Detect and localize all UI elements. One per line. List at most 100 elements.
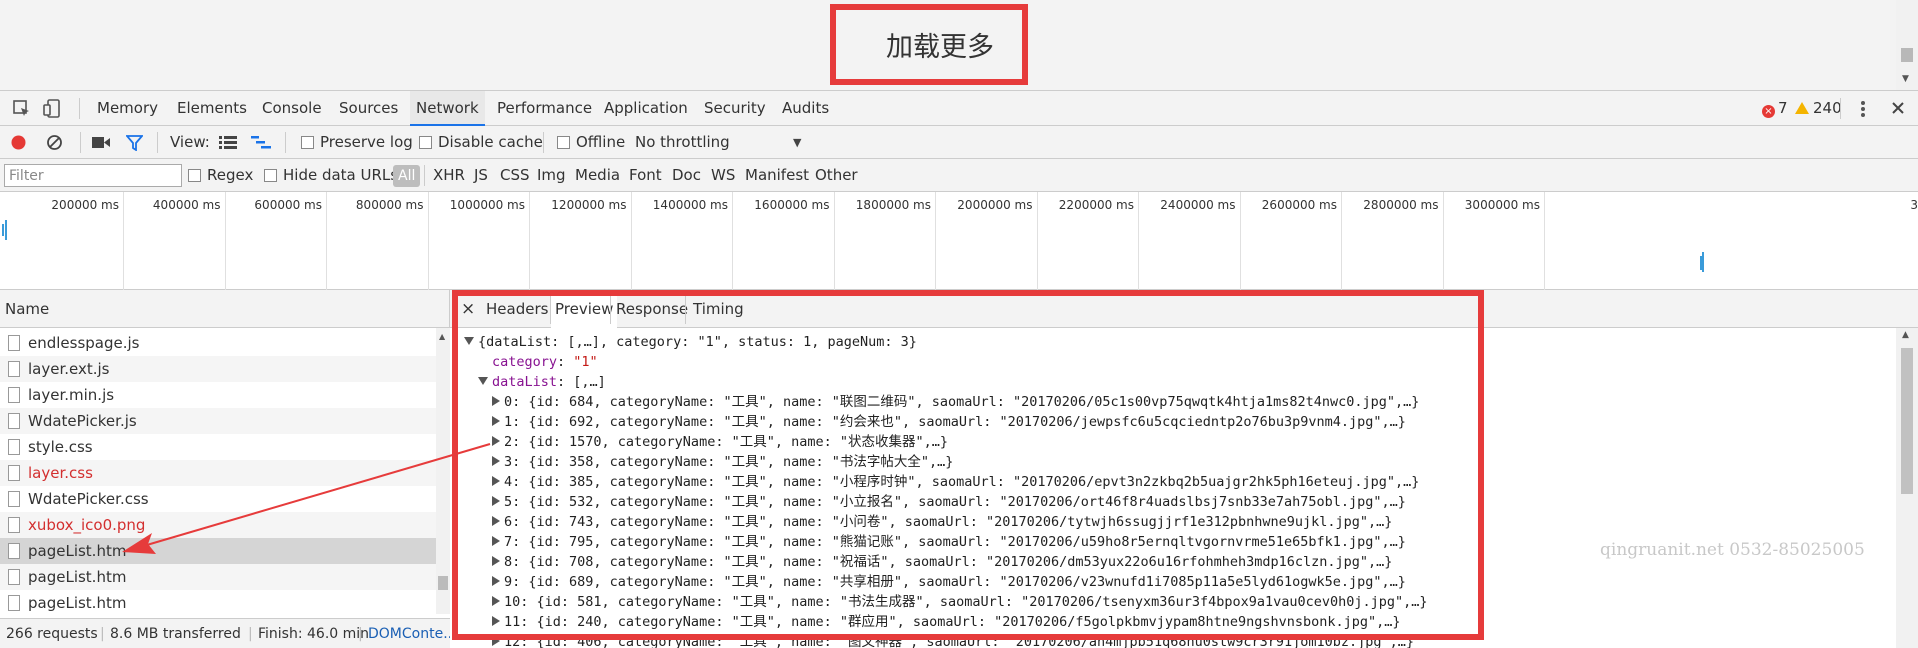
datalist-item[interactable]: 4: {id: 385, categoryName: "工具", name: "… (492, 472, 1419, 492)
tab-timing[interactable]: Timing (693, 290, 744, 328)
warning-count-badge[interactable]: 240 (1795, 91, 1842, 126)
record-icon[interactable] (10, 134, 27, 151)
datalist-item[interactable]: 2: {id: 1570, categoryName: "工具", name: … (492, 432, 948, 452)
tab-performance[interactable]: Performance (497, 91, 592, 126)
type-filter-manifest[interactable]: Manifest (745, 159, 809, 192)
request-row[interactable]: pageList.htm (0, 538, 436, 564)
type-filter-xhr[interactable]: XHR (433, 159, 465, 192)
json-root[interactable]: {dataList: [,…], category: "1", status: … (464, 332, 917, 352)
datalist-item[interactable]: 10: {id: 581, categoryName: "工具", name: … (492, 592, 1428, 612)
checkbox-box[interactable] (188, 169, 201, 182)
device-toolbar-icon[interactable] (43, 99, 63, 119)
waterfall-view-icon[interactable] (251, 136, 271, 149)
expand-triangle-icon[interactable] (492, 496, 500, 506)
expand-triangle-icon[interactable] (492, 396, 500, 406)
checkbox-box[interactable] (557, 136, 570, 149)
request-list-scrollbar[interactable]: ▲ (436, 328, 450, 614)
datalist-item[interactable]: 12: {id: 406, categoryName: "工具", name: … (492, 632, 1414, 648)
datalist-item[interactable]: 7: {id: 795, categoryName: "工具", name: "… (492, 532, 1406, 552)
expand-triangle-icon[interactable] (492, 476, 500, 486)
camera-icon[interactable] (92, 136, 110, 149)
preview-scrollbar[interactable]: ▲ (1896, 328, 1918, 648)
request-row[interactable]: WdatePicker.css (0, 486, 436, 512)
request-row[interactable]: endlesspage.js (0, 330, 436, 356)
tab-headers[interactable]: Headers (486, 290, 548, 328)
expand-triangle-icon[interactable] (492, 596, 500, 606)
expand-triangle-icon[interactable] (492, 456, 500, 466)
timeline-overview[interactable]: 200000 ms 400000 ms 600000 ms 800000 ms 1000… (0, 192, 1918, 290)
tab-sources[interactable]: Sources (339, 91, 398, 126)
expand-triangle-icon[interactable] (492, 616, 500, 626)
type-filter-img[interactable]: Img (537, 159, 566, 192)
tab-application[interactable]: Application (604, 91, 688, 126)
tab-security[interactable]: Security (704, 91, 766, 126)
expand-triangle-icon[interactable] (492, 436, 500, 446)
datalist-item[interactable]: 8: {id: 708, categoryName: "工具", name: "… (492, 552, 1392, 572)
request-row[interactable]: xubox_ico0.png (0, 512, 436, 538)
disable-cache-checkbox[interactable]: Disable cache (419, 126, 543, 159)
type-filter-other[interactable]: Other (815, 159, 858, 192)
scroll-up-arrow-icon[interactable]: ▲ (1902, 330, 1909, 340)
datalist-item[interactable]: 9: {id: 689, categoryName: "工具", name: "… (492, 572, 1406, 592)
tab-preview[interactable]: Preview (551, 290, 618, 328)
close-devtools-icon[interactable] (1890, 100, 1906, 116)
close-details-icon[interactable]: × (461, 290, 475, 328)
expand-triangle-icon[interactable] (492, 556, 500, 566)
scroll-up-arrow-icon[interactable]: ▲ (439, 332, 445, 341)
offline-checkbox[interactable]: Offline (557, 126, 625, 159)
throttling-select[interactable]: No throttling ▼ (635, 126, 801, 159)
filter-icon[interactable] (126, 135, 143, 151)
request-row[interactable]: pageList.htm (0, 590, 436, 616)
type-filter-all[interactable]: All (393, 165, 421, 187)
tab-network[interactable]: Network (410, 91, 485, 126)
type-filter-js[interactable]: JS (474, 159, 488, 192)
type-filter-doc[interactable]: Doc (672, 159, 701, 192)
datalist-item[interactable]: 1: {id: 692, categoryName: "工具", name: "… (492, 412, 1406, 432)
tab-elements[interactable]: Elements (177, 91, 247, 126)
filter-input[interactable] (4, 164, 182, 187)
tab-console[interactable]: Console (262, 91, 322, 126)
tab-audits[interactable]: Audits (782, 91, 829, 126)
request-row[interactable]: layer.ext.js (0, 356, 436, 382)
datalist-item[interactable]: 5: {id: 532, categoryName: "工具", name: "… (492, 492, 1406, 512)
request-row[interactable]: layer.css (0, 460, 436, 486)
type-filter-ws[interactable]: WS (711, 159, 735, 192)
expand-triangle-icon[interactable] (492, 636, 500, 646)
datalist-item[interactable]: 6: {id: 743, categoryName: "工具", name: "… (492, 512, 1392, 532)
hide-data-urls-checkbox[interactable]: Hide data URLs (264, 159, 398, 192)
type-filter-media[interactable]: Media (575, 159, 620, 192)
error-count-badge[interactable]: × 7 (1762, 91, 1788, 126)
request-list-scrollbar-thumb[interactable] (438, 576, 448, 590)
scroll-down-arrow-icon[interactable]: ▼ (1902, 74, 1909, 84)
datalist-item[interactable]: 11: {id: 240, categoryName: "工具", name: … (492, 612, 1401, 632)
expand-triangle-icon[interactable] (492, 536, 500, 546)
expand-triangle-icon[interactable] (492, 576, 500, 586)
regex-checkbox[interactable]: Regex (188, 159, 253, 192)
request-row[interactable]: pageList.htm (0, 564, 436, 590)
datalist-item[interactable]: 3: {id: 358, categoryName: "工具", name: "… (492, 452, 953, 472)
tab-response[interactable]: Response (616, 290, 688, 328)
preserve-log-checkbox[interactable]: Preserve log (301, 126, 413, 159)
request-row[interactable]: style.css (0, 434, 436, 460)
more-options-icon[interactable] (1855, 99, 1871, 119)
collapse-triangle-icon[interactable] (478, 377, 488, 385)
request-row[interactable]: WdatePicker.js (0, 408, 436, 434)
clear-icon[interactable] (46, 134, 63, 151)
inspect-element-icon[interactable] (12, 99, 32, 119)
json-datalist[interactable]: dataList: [,…] (478, 372, 606, 392)
type-filter-font[interactable]: Font (629, 159, 662, 192)
name-column-header[interactable]: Name (0, 290, 450, 328)
datalist-item[interactable]: 0: {id: 684, categoryName: "工具", name: "… (492, 392, 1419, 412)
tab-memory[interactable]: Memory (97, 91, 158, 126)
checkbox-box[interactable] (264, 169, 277, 182)
request-row[interactable]: layer.min.js (0, 382, 436, 408)
collapse-triangle-icon[interactable] (464, 337, 474, 345)
checkbox-box[interactable] (419, 136, 432, 149)
page-scrollbar-thumb[interactable] (1901, 48, 1913, 62)
type-filter-css[interactable]: CSS (500, 159, 530, 192)
preview-scrollbar-thumb[interactable] (1901, 348, 1913, 494)
page-scrollbar[interactable]: ▼ (1896, 0, 1918, 90)
checkbox-box[interactable] (301, 136, 314, 149)
expand-triangle-icon[interactable] (492, 416, 500, 426)
load-more-button[interactable]: 加载更多 (830, 4, 1028, 85)
